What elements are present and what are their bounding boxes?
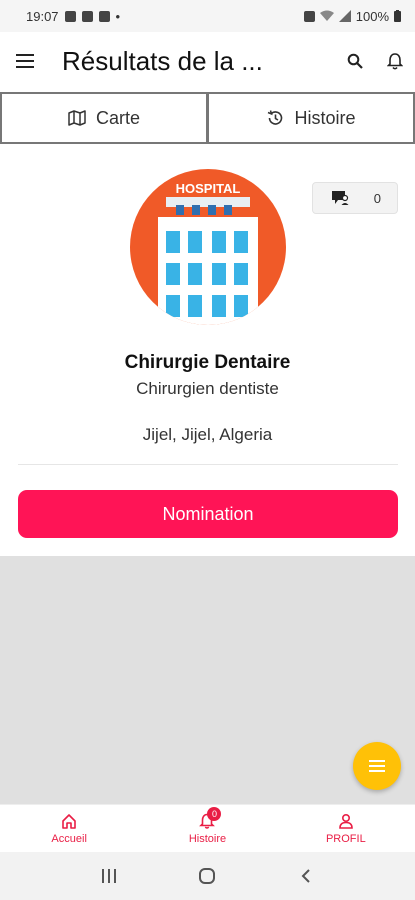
view-tabs: Carte Histoire (0, 92, 415, 144)
back-icon (301, 869, 310, 883)
nav-item-accueil[interactable]: Accueil (0, 805, 138, 852)
app-bar: Résultats de la ... (0, 32, 415, 90)
nav-item-profil[interactable]: PROFIL (277, 805, 415, 852)
back-button[interactable] (286, 856, 326, 896)
system-nav-bar (0, 852, 415, 900)
counter-value: 0 (373, 190, 381, 206)
menu-button[interactable] (0, 32, 50, 90)
page-title: Résultats de la ... (62, 45, 263, 76)
home-button[interactable] (187, 856, 227, 896)
profile-card: HOSPITAL 0 Chirurgie Dentaire Chirurgien… (0, 144, 415, 556)
list-icon (369, 760, 385, 772)
practitioner-specialty: Chirurgien dentiste (136, 379, 279, 398)
search-icon (347, 53, 363, 69)
tab-histoire[interactable]: Histoire (208, 92, 415, 144)
history-icon (268, 110, 283, 125)
tab-histoire-label: Histoire (294, 107, 356, 128)
bell-icon (387, 53, 403, 70)
fab-menu-button[interactable] (353, 742, 401, 790)
comment-user-icon (332, 191, 349, 205)
menu-icon (16, 54, 34, 68)
comment-counter[interactable]: 0 (312, 182, 398, 214)
practitioner-name: Chirurgie Dentaire (124, 352, 291, 373)
alarm-icon (303, 10, 315, 22)
user-icon (339, 813, 353, 829)
home-circle-icon (199, 868, 216, 884)
image-icon (64, 10, 76, 22)
wifi-icon (319, 10, 334, 21)
nav-label-histoire: Histoire (188, 833, 227, 845)
facebook-icon (98, 10, 110, 22)
status-right: 100% (303, 8, 401, 24)
hospital-avatar: HOSPITAL (130, 169, 286, 325)
practitioner-location: Jijel, Jijel, Algeria (142, 425, 273, 444)
recents-icon (102, 869, 117, 883)
notifications-button[interactable] (375, 32, 415, 90)
home-icon (62, 814, 76, 829)
battery-level: 100% (355, 8, 389, 24)
hospital-sign: HOSPITAL (176, 181, 241, 196)
dot-icon: • (115, 8, 121, 24)
notification-badge: 0 (207, 807, 222, 821)
nomination-button[interactable]: Nomination (18, 490, 398, 538)
status-left: 19:07 • (26, 9, 120, 24)
status-time: 19:07 (26, 8, 59, 24)
search-button[interactable] (335, 32, 375, 90)
bottom-nav: Accueil 0 Histoire PROFIL (0, 804, 415, 852)
battery-icon (394, 10, 401, 22)
facebook-icon (81, 10, 93, 22)
nav-item-histoire[interactable]: 0 Histoire (138, 805, 276, 852)
map-icon (68, 110, 86, 126)
signal-icon (338, 10, 351, 22)
tab-carte[interactable]: Carte (0, 92, 208, 144)
recents-button[interactable] (89, 856, 129, 896)
tab-carte-label: Carte (95, 107, 140, 128)
status-bar: 19:07 • 100% (0, 0, 415, 32)
divider (18, 464, 398, 465)
nav-label-profil: PROFIL (325, 833, 366, 845)
nav-label-accueil: Accueil (51, 833, 87, 845)
